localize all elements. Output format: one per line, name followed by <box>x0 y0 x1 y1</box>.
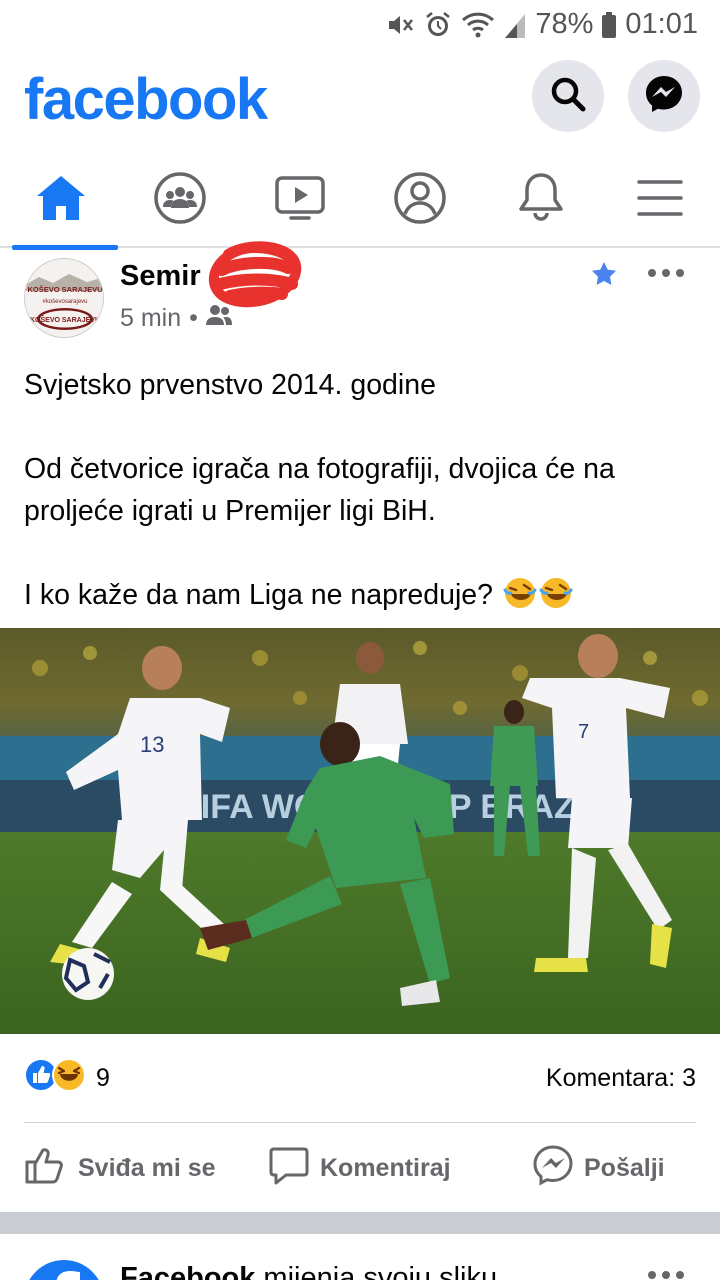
messenger-button[interactable] <box>628 60 700 132</box>
clock: 01:01 <box>625 8 698 40</box>
alarm-icon <box>423 10 453 40</box>
post-time[interactable]: 5 min <box>120 304 181 333</box>
reactions-divider <box>24 1122 696 1123</box>
feed-separator <box>0 1212 720 1234</box>
wifi-icon <box>461 10 495 40</box>
post-paragraph: Svjetsko prvenstvo 2014. godine <box>24 369 436 401</box>
svg-text:13: 13 <box>140 732 164 757</box>
rofl-emoji-icon <box>539 576 573 610</box>
tab-menu[interactable] <box>605 152 715 248</box>
next-post: Facebook mijenja svoju sliku <box>0 1234 720 1280</box>
watch-icon <box>274 174 326 227</box>
comment-button[interactable]: Komentiraj <box>268 1138 451 1198</box>
main-nav <box>0 152 720 250</box>
next-post-author[interactable]: Facebook <box>120 1262 255 1280</box>
haha-reaction-icon <box>52 1058 86 1097</box>
thumbs-up-icon <box>24 1144 68 1193</box>
tab-profile[interactable] <box>365 152 475 248</box>
rofl-emoji-icon <box>503 576 537 610</box>
redaction-scribble <box>208 240 304 320</box>
comment-label: Komentiraj <box>320 1153 451 1182</box>
status-icons: 78% 01:01 <box>385 8 698 41</box>
notifications-icon <box>517 171 565 230</box>
svg-text:7: 7 <box>578 721 589 743</box>
search-button[interactable] <box>532 60 604 132</box>
svg-text:KOŠEVO SARAJEVU: KOŠEVO SARAJEVU <box>30 315 100 324</box>
favorite-star-icon[interactable] <box>590 260 618 293</box>
search-icon <box>548 74 588 119</box>
post-author[interactable]: Semir <box>120 260 201 293</box>
like-label: Sviđa mi se <box>78 1153 216 1182</box>
koseva-logo: KOŠEVO SARAJEVU #koševosarajevu KOŠEVO S… <box>25 259 103 337</box>
send-button[interactable]: Pošalji <box>532 1138 665 1198</box>
mute-icon <box>385 10 415 40</box>
post-actions: Sviđa mi se Komentiraj Pošalji <box>0 1138 720 1198</box>
more-options-icon[interactable] <box>646 266 686 284</box>
tab-groups[interactable] <box>125 152 235 248</box>
battery-icon <box>601 10 617 40</box>
svg-text:KOŠEVO SARAJEVU: KOŠEVO SARAJEVU <box>27 285 102 294</box>
groups-icon <box>153 171 207 230</box>
menu-icon <box>637 178 683 223</box>
comment-bubble-icon <box>268 1145 310 1192</box>
football <box>62 948 114 1000</box>
author-avatar[interactable]: KOŠEVO SARAJEVU #koševosarajevu KOŠEVO S… <box>24 258 104 338</box>
tab-home[interactable] <box>6 152 118 250</box>
facebook-logo[interactable]: facebook <box>24 66 268 133</box>
send-label: Pošalji <box>584 1153 665 1182</box>
post-photo[interactable]: FIFA WORLD CUP BRAZIL 13 <box>0 628 720 1034</box>
reactions-bar[interactable]: 9 Komentara: 3 <box>24 1058 696 1098</box>
home-icon <box>35 174 87 227</box>
next-post-title: Facebook mijenja svoju sliku <box>120 1262 497 1280</box>
post-paragraph: Od četvorice igrača na fotografiji, dvoj… <box>24 453 615 527</box>
tab-notifications[interactable] <box>486 152 596 248</box>
like-button[interactable]: Sviđa mi se <box>24 1138 216 1198</box>
status-bar: 78% 01:01 <box>0 0 720 52</box>
reaction-count[interactable]: 9 <box>96 1064 110 1093</box>
post-paragraph-last: I ko kaže da nam Liga ne napreduje? <box>24 574 696 616</box>
svg-text:#koševosarajevu: #koševosarajevu <box>42 299 87 305</box>
battery-level: 78% <box>535 8 594 40</box>
profile-icon <box>393 171 447 230</box>
post-paragraph-text: I ko kaže da nam Liga ne napreduje? <box>24 579 493 611</box>
next-more-options-icon[interactable] <box>646 1268 686 1280</box>
reaction-icons <box>24 1058 86 1097</box>
app-header: facebook <box>0 52 720 152</box>
post-header: KOŠEVO SARAJEVU #koševosarajevu KOŠEVO S… <box>0 250 720 350</box>
tab-watch[interactable] <box>245 152 355 248</box>
comment-count[interactable]: Komentara: 3 <box>546 1064 696 1093</box>
post-text: Svjetsko prvenstvo 2014. godine Od četvo… <box>24 364 696 616</box>
facebook-avatar[interactable] <box>24 1260 104 1280</box>
messenger-outline-icon <box>532 1144 574 1193</box>
next-post-action: mijenja svoju sliku <box>255 1262 498 1280</box>
messenger-icon <box>643 73 685 120</box>
signal-icon <box>503 10 527 40</box>
dot-separator: • <box>189 304 198 332</box>
